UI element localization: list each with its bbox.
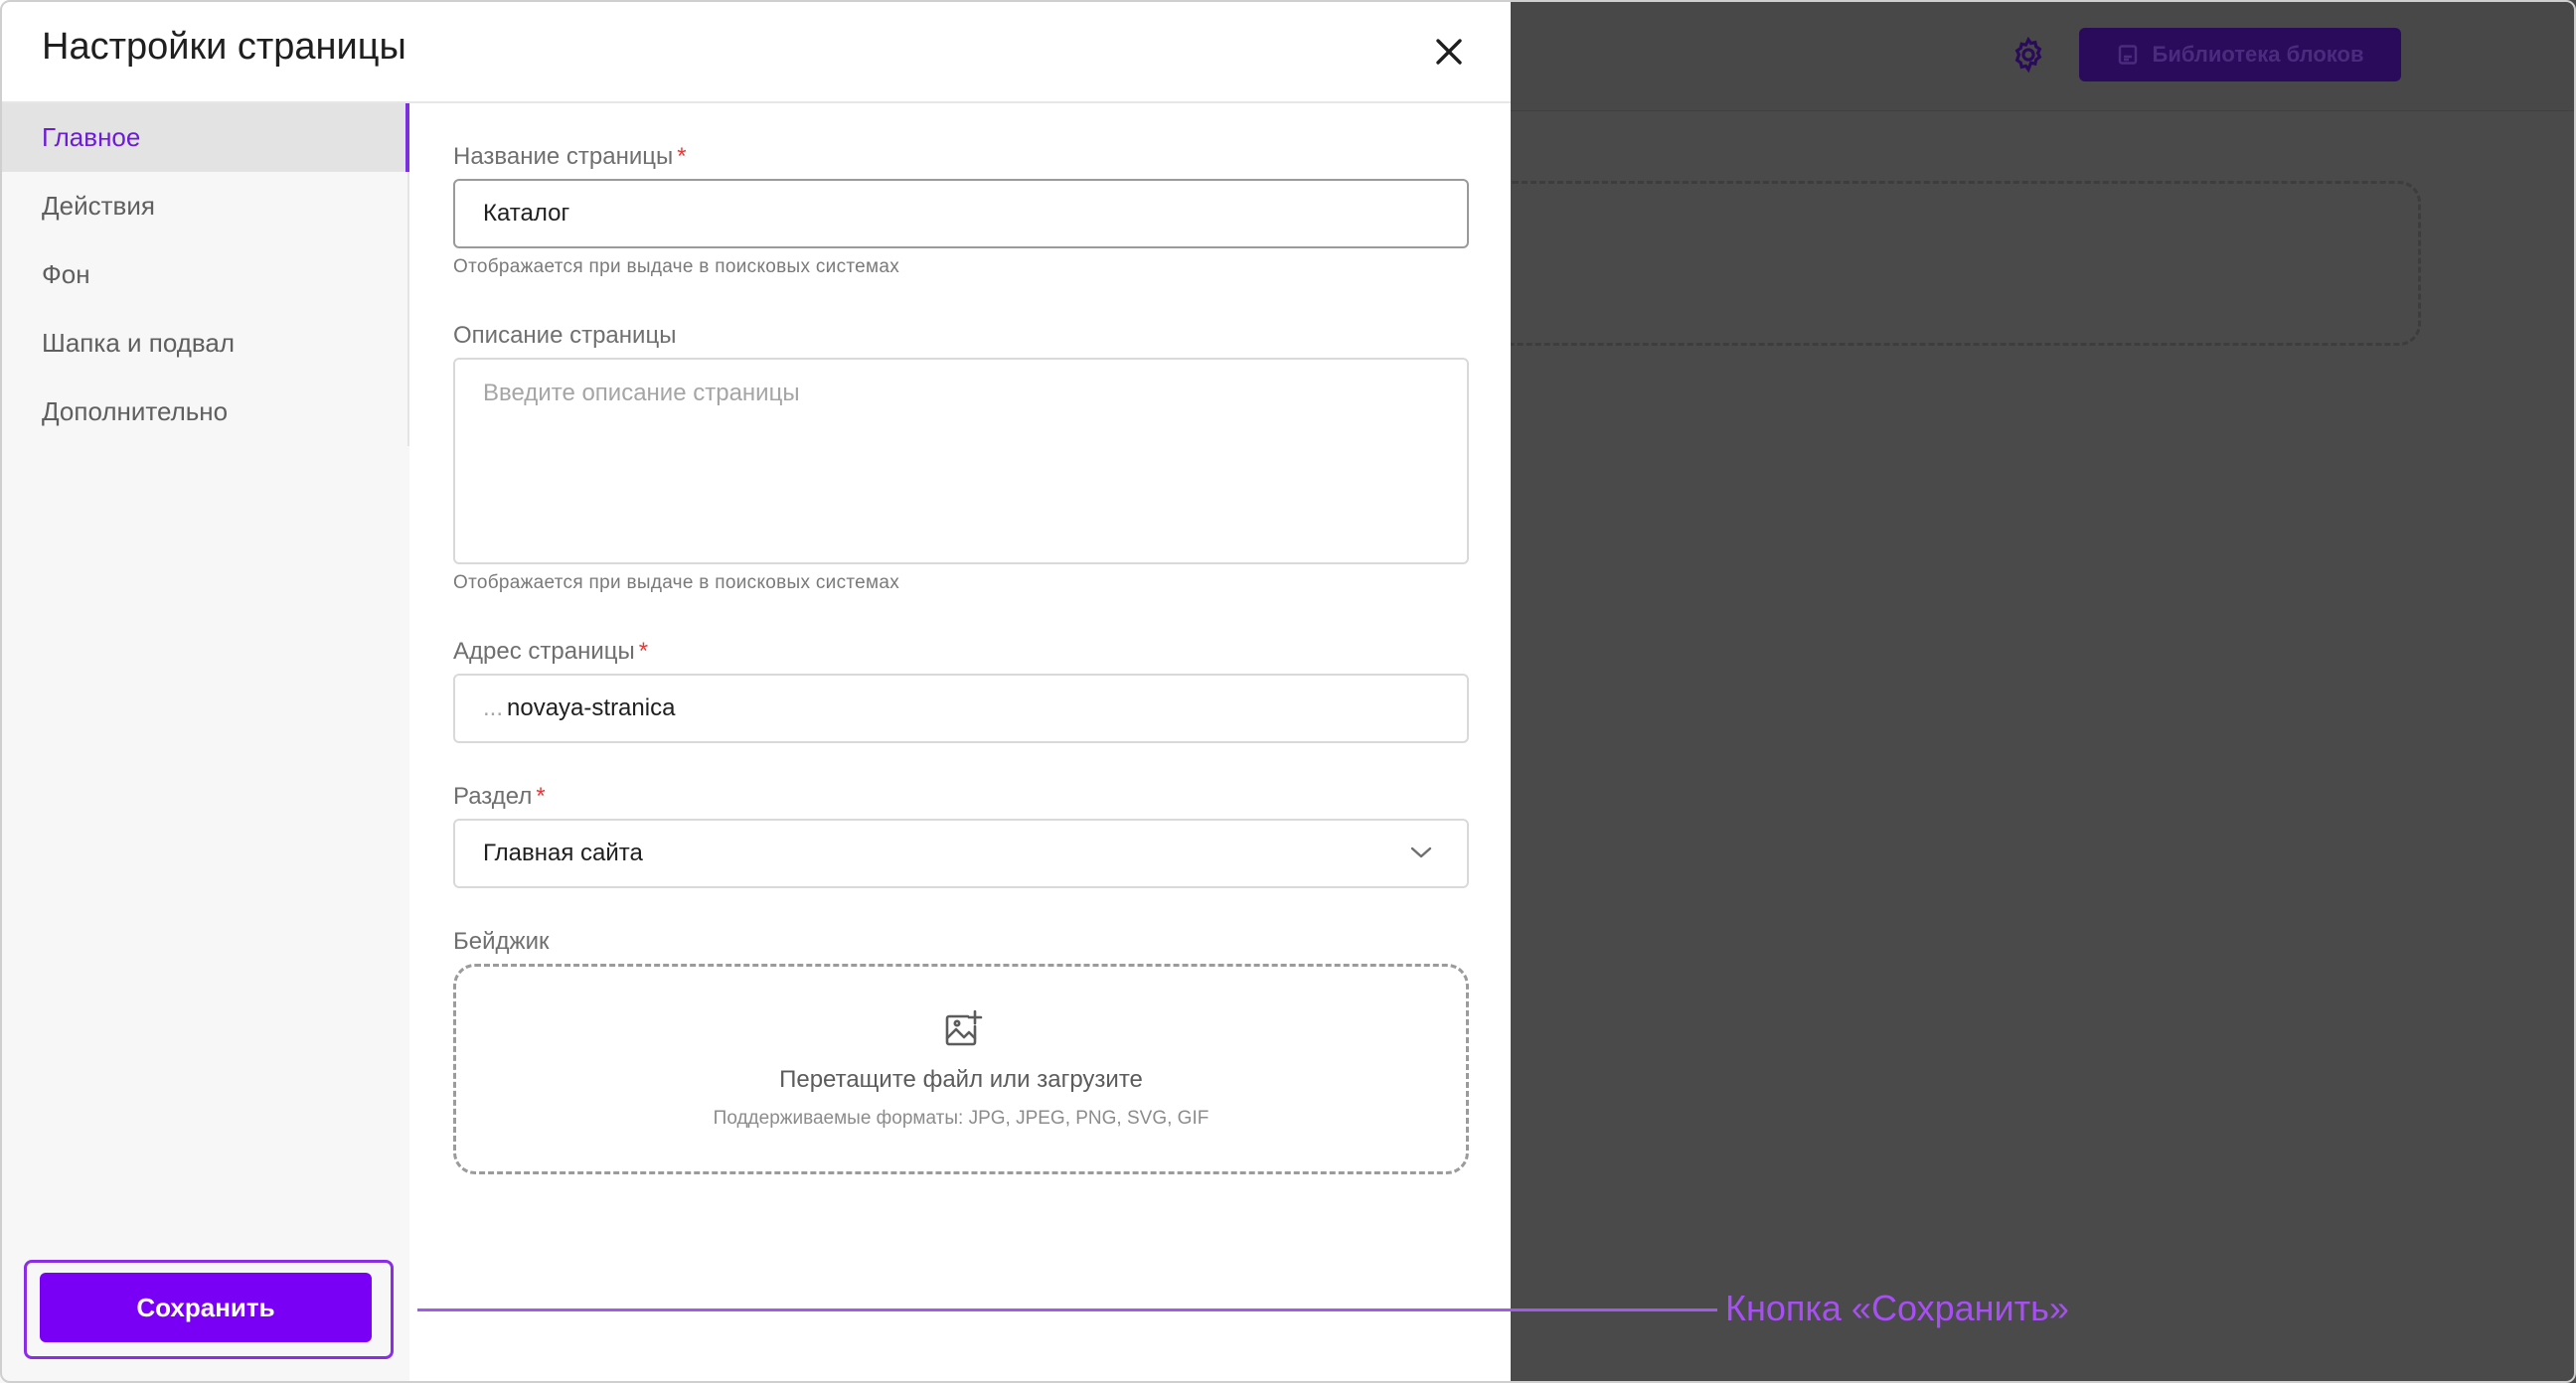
page-address-label: Адрес страницы * <box>453 638 648 666</box>
sidebar-item-advanced[interactable]: Дополнительно <box>0 378 409 446</box>
section-selected-value: Главная сайта <box>483 840 643 866</box>
page-name-value: Каталог <box>483 200 570 227</box>
page-description-label: Описание страницы <box>453 322 677 349</box>
sidebar-item-background[interactable]: Фон <box>0 240 409 309</box>
page-name-label: Название страницы * <box>453 143 687 171</box>
page-settings-modal: Настройки страницы Главное Действия Фон … <box>0 0 1511 1383</box>
required-mark: * <box>536 783 546 810</box>
app-frame: Библиотека блоков Настройки страницы Гла… <box>0 0 2576 1383</box>
chevron-down-icon <box>1410 846 1432 858</box>
section-label-text: Раздел <box>453 783 533 810</box>
sidebar-nav: Главное Действия Фон Шапка и подвал Допо… <box>0 103 409 446</box>
page-address-input[interactable]: ... novaya-stranica <box>453 674 1469 743</box>
page-description-textarea[interactable]: Введите описание страницы <box>453 358 1469 564</box>
section-label: Раздел * <box>453 783 546 811</box>
upload-formats: Поддерживаемые форматы: JPG, JPEG, PNG, … <box>713 1108 1209 1129</box>
page-name-hint: Отображается при выдаче в поисковых сист… <box>453 256 900 277</box>
block-library-label: Библиотека блоков <box>2152 42 2364 67</box>
editor-drop-area <box>1491 181 2421 346</box>
modal-header: Настройки страницы <box>0 0 1511 103</box>
gear-icon[interactable] <box>2010 36 2047 74</box>
upload-title: Перетащите файл или загрузите <box>779 1066 1143 1093</box>
sidebar-item-header-footer[interactable]: Шапка и подвал <box>0 309 409 378</box>
sidebar-item-actions[interactable]: Действия <box>0 172 409 240</box>
sidebar-item-main[interactable]: Главное <box>0 103 409 172</box>
close-icon[interactable] <box>1427 30 1471 74</box>
page-name-label-text: Название страницы <box>453 143 674 170</box>
page-address-label-text: Адрес страницы <box>453 638 635 665</box>
badge-upload-dropzone[interactable]: Перетащите файл или загрузите Поддержива… <box>453 964 1469 1174</box>
page-description-hint: Отображается при выдаче в поисковых сист… <box>453 572 900 593</box>
add-image-icon <box>945 1009 983 1046</box>
callout-label: Кнопка «Сохранить» <box>1725 1288 2069 1328</box>
editor-backdrop: Библиотека блоков <box>1491 0 2576 1383</box>
page-name-input[interactable]: Каталог <box>453 179 1469 248</box>
section-select[interactable]: Главная сайта <box>453 819 1469 888</box>
modal-title: Настройки страницы <box>42 26 406 68</box>
badge-label: Бейджик <box>453 928 550 955</box>
book-icon <box>2118 45 2137 65</box>
block-library-button[interactable]: Библиотека блоков <box>2079 28 2401 81</box>
required-mark: * <box>677 143 687 170</box>
url-prefix: ... <box>483 694 504 721</box>
callout-line <box>417 1308 1717 1311</box>
settings-sidebar: Главное Действия Фон Шапка и подвал Допо… <box>0 103 409 1383</box>
page-address-value: novaya-stranica <box>507 694 676 721</box>
save-button[interactable]: Сохранить <box>40 1273 372 1342</box>
editor-topbar: Библиотека блоков <box>1511 0 2576 111</box>
required-mark: * <box>638 638 649 665</box>
